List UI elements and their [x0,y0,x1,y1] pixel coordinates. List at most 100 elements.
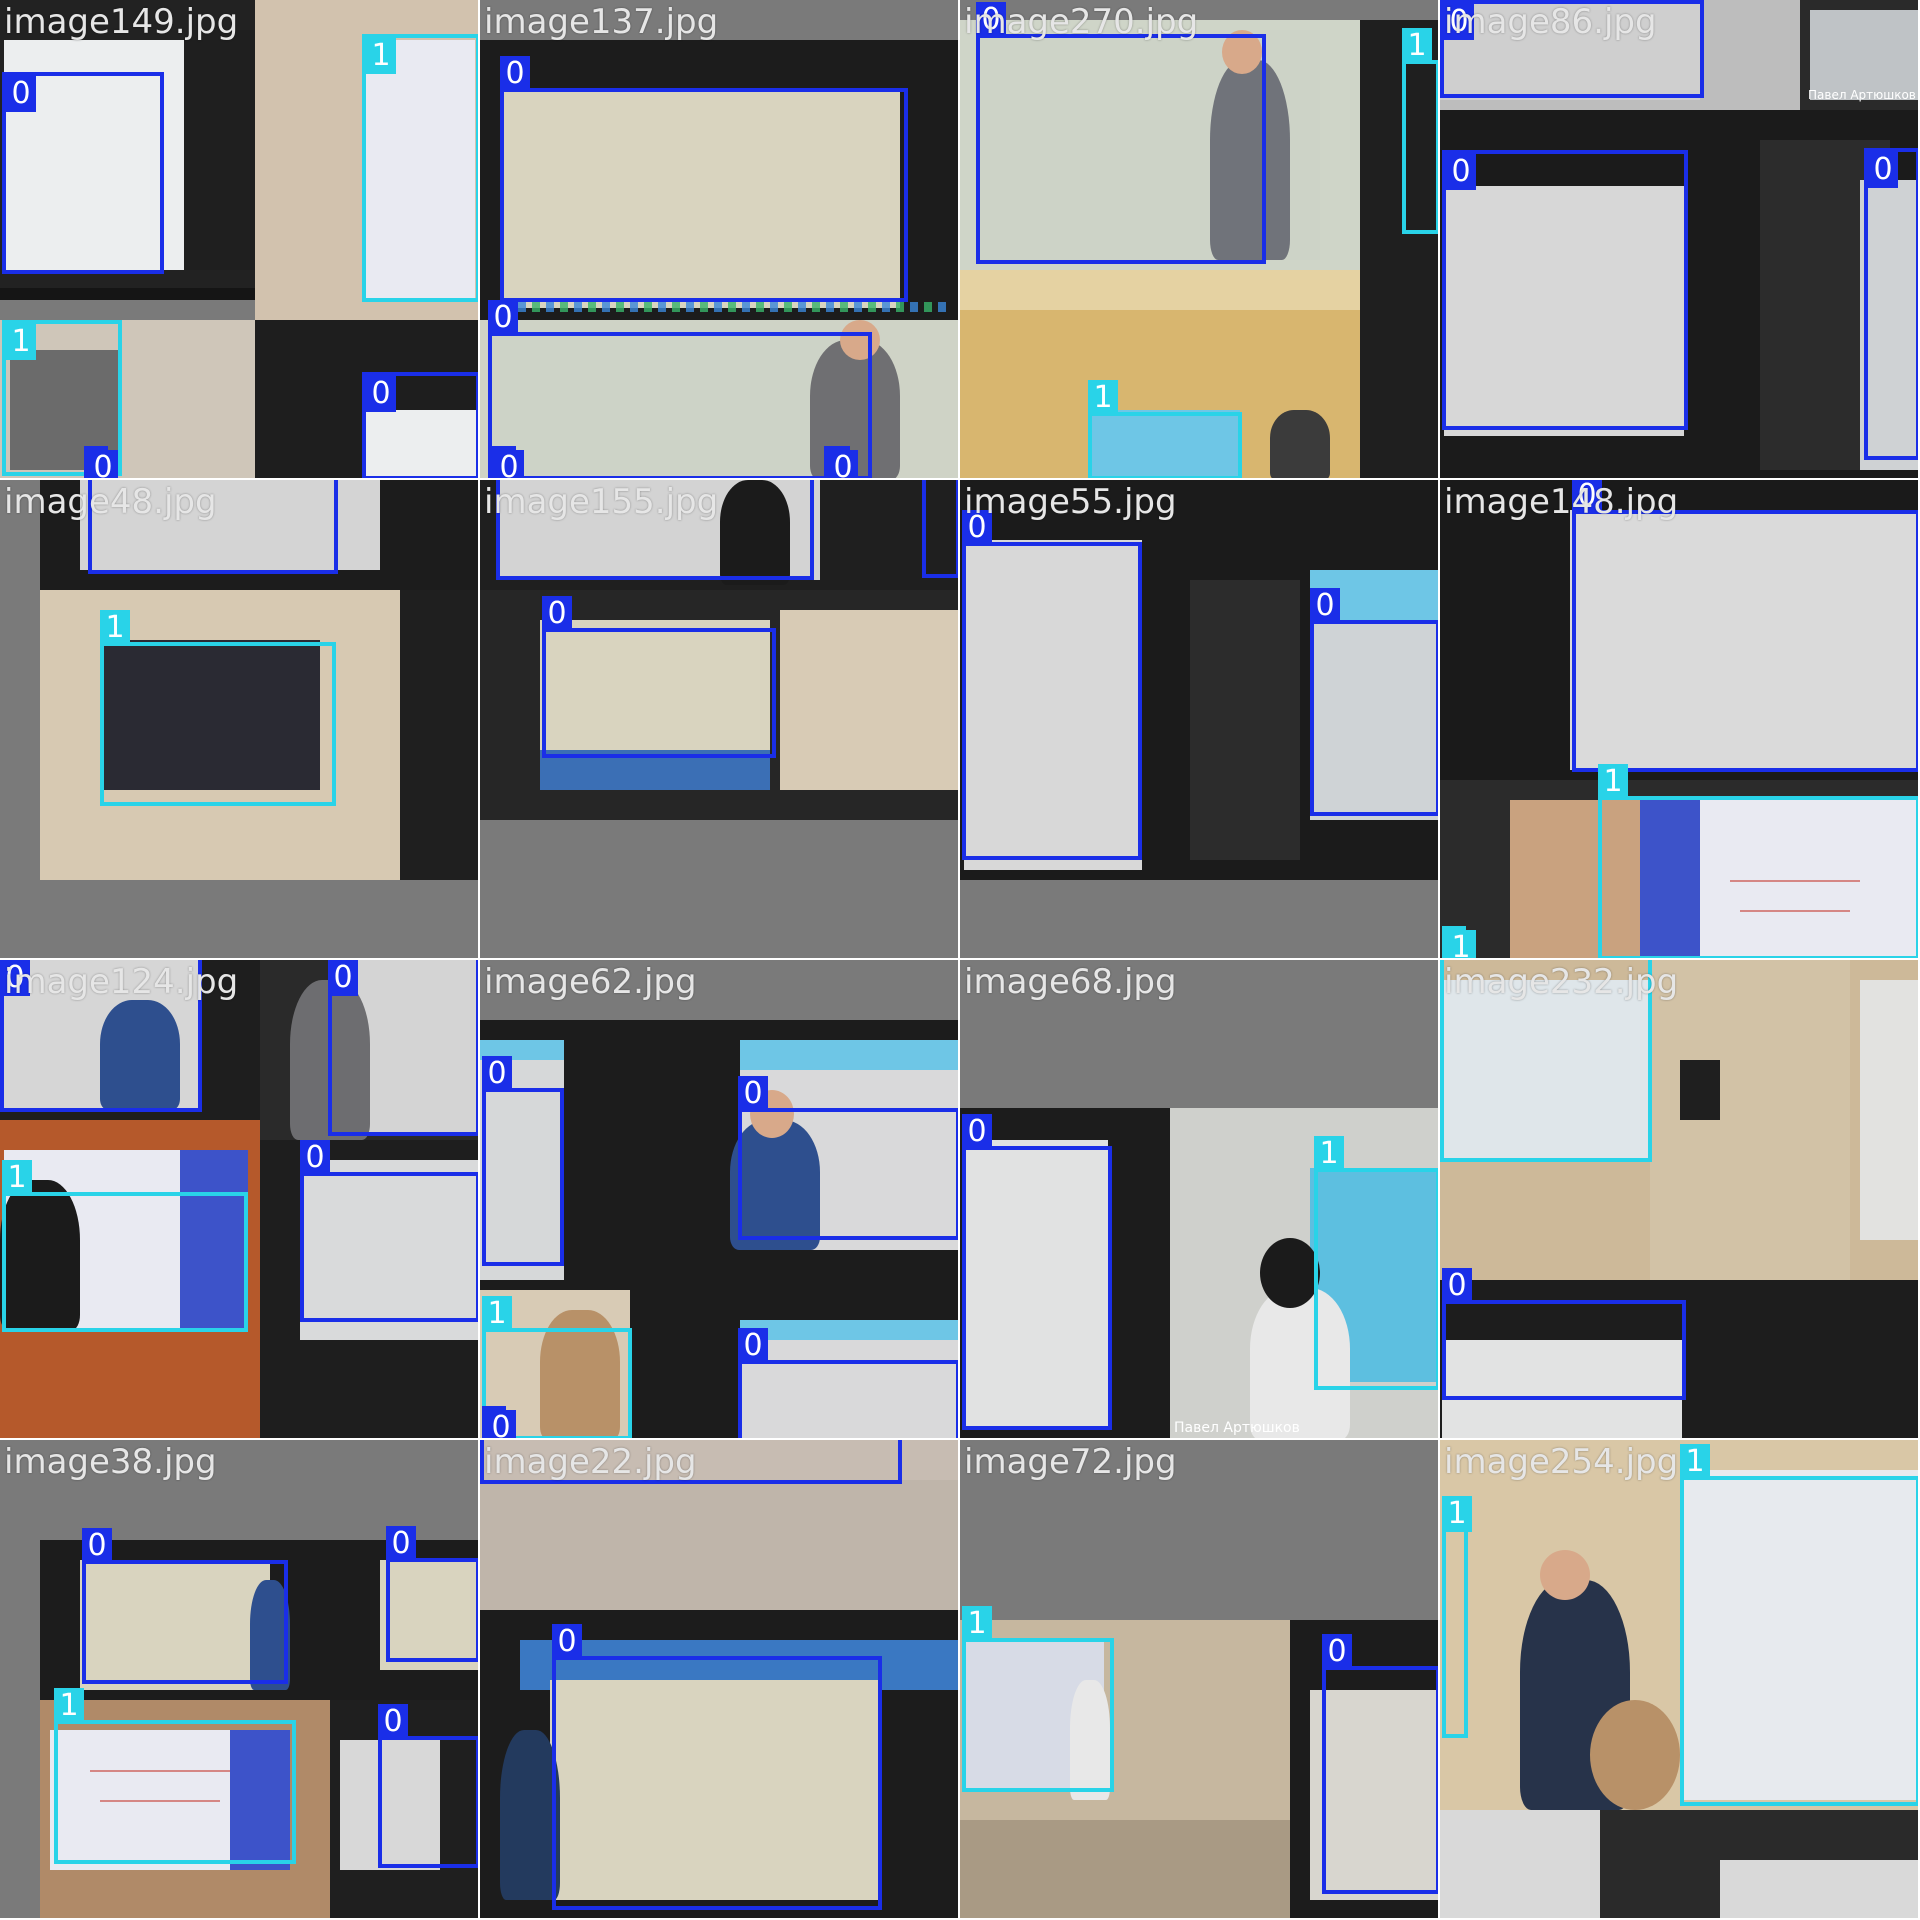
presenter-name-caption: Павел Артюшков [1808,88,1916,102]
bbox-class-0: 0 [300,1140,478,1322]
presenter-hair [1260,1238,1320,1308]
audience-member [1590,1700,1680,1810]
bbox-class-1: 1 [100,610,336,806]
bbox-label: 1 [1088,380,1118,416]
tile-title: image232.jpg [1444,962,1679,1002]
mosaic-grid: image149.jpg 0 1 1 0 0 image137.jpg 0 0 … [0,0,1920,1920]
bbox-class-1: 1 [1088,380,1242,478]
bbox-class-0: 0 [962,510,1142,860]
bbox-class-0: 0 [1864,148,1918,460]
bbox-class-0: 0 [1442,1268,1686,1400]
bbox-class-1: 1 [1598,764,1918,958]
tile-title: image72.jpg [964,1442,1177,1482]
tile-image38: image38.jpg 0 0 1 0 [0,1440,480,1920]
tile-image68: Павел Артюшков image68.jpg 0 1 [960,960,1440,1440]
tile-title: image48.jpg [4,482,217,522]
bbox-class-1: 1 [1680,1444,1918,1806]
bbox-label: 0 [1310,588,1340,624]
tile-image62: image62.jpg 0 0 1 0 0 [480,960,960,1440]
tile-image86: Павел Артюшков image86.jpg 0 0 0 [1440,0,1920,480]
tile-title: image270.jpg [964,2,1199,42]
bbox-label: 0 [300,1140,330,1176]
bbox-label: 1 [1598,764,1628,800]
presenter [1270,410,1330,478]
whiteboard [1860,980,1918,1240]
bbox-label: 0 [366,376,396,412]
bbox-label: 0 [1322,1634,1352,1670]
bbox-label: 1 [1446,930,1476,958]
bbox-label: 0 [552,1624,582,1660]
presenter-name-caption: Павел Артюшков [1174,1420,1300,1436]
bbox-label: 0 [828,450,858,478]
tile-image148: image148.jpg 0 1 1 [1440,480,1920,960]
mosaic-quadrant: Павел Артюшков [1800,0,1918,110]
whiteboard [1440,1810,1600,1918]
bbox-class-1: 1 [1402,28,1438,234]
bbox-label: 0 [1442,1268,1472,1304]
bbox-label: 1 [100,610,130,646]
tile-title: image55.jpg [964,482,1177,522]
bbox-class-0: 0 [378,1704,478,1868]
zoom-toolbar [490,302,950,312]
dark-panel [1190,580,1300,860]
bbox-class-0 [922,480,958,578]
taskbar [0,288,255,300]
bbox-label: 1 [1314,1136,1344,1172]
bbox-class-0: 0 [2,72,164,274]
tile-image155: image155.jpg 0 [480,480,960,960]
bbox-label: 1 [1680,1444,1710,1480]
bbox-label: 0 [962,1114,992,1150]
tile-title: image38.jpg [4,1442,217,1482]
mosaic-quadrant [1440,1810,1918,1918]
bbox-label: 0 [82,1528,112,1564]
bbox-class-1: 1 [1442,1496,1472,1738]
bbox-class-0: 0 [1572,480,1918,772]
tile-image254: image254.jpg 1 1 [1440,1440,1920,1920]
desk [960,1820,1290,1918]
bbox-class-0: 0 [1322,1634,1438,1894]
bbox-label: 0 [482,1056,512,1092]
tile-image48: image48.jpg 1 [0,480,480,960]
whiteboard [1720,1860,1918,1918]
whiteboard [1810,10,1918,100]
bbox-class-0: 0 [1442,150,1688,430]
room-wall [1650,960,1850,1280]
bbox-class-1: 1 [362,34,478,302]
bbox-class-0: 0 [542,596,776,758]
tile-title: image254.jpg [1444,1442,1679,1482]
bbox-label: 0 [500,56,530,92]
bbox-class-0: 0 [490,446,524,478]
bbox-class-0: 0 [482,1056,564,1266]
tile-title: image86.jpg [1444,2,1657,42]
tile-title: image148.jpg [1444,482,1679,522]
room-wall [780,610,958,790]
bbox-class-0: 0 [1310,588,1438,816]
bbox-class-1: 1 [2,1160,248,1332]
tile-title: image149.jpg [4,2,239,42]
bbox-label: 1 [6,324,36,360]
tile-image124: image124.jpg 1 0 0 0 [0,960,480,1440]
mosaic-quadrant [1440,1440,1680,1810]
bbox-label: 1 [366,38,396,74]
tile-title: image155.jpg [484,482,719,522]
window [740,1320,958,1340]
bbox-label: 0 [386,1526,416,1562]
tile-title: image68.jpg [964,962,1177,1002]
bbox-label: 0 [738,1076,768,1112]
tile-title: image62.jpg [484,962,697,1002]
bbox-class-0: 0 [824,446,858,478]
bbox-label: 0 [542,596,572,632]
tile-image55: image55.jpg 0 0 [960,480,1440,960]
tile-image72: image72.jpg 1 0 [960,1440,1440,1920]
bbox-class-0: 0 [82,1528,288,1684]
dark-panel [400,590,478,880]
bbox-class-0: 0 [362,372,478,478]
bbox-label: 1 [1402,28,1432,64]
tile-title: image137.jpg [484,2,719,42]
bbox-class-0: 0 [386,1526,478,1662]
bbox-class-0: 0 [84,446,118,478]
bbox-class-0: 0 [482,1406,516,1438]
bbox-label: 0 [328,960,358,996]
bbox-label: 0 [486,1410,516,1438]
bbox-class-0: 0 [488,300,872,478]
